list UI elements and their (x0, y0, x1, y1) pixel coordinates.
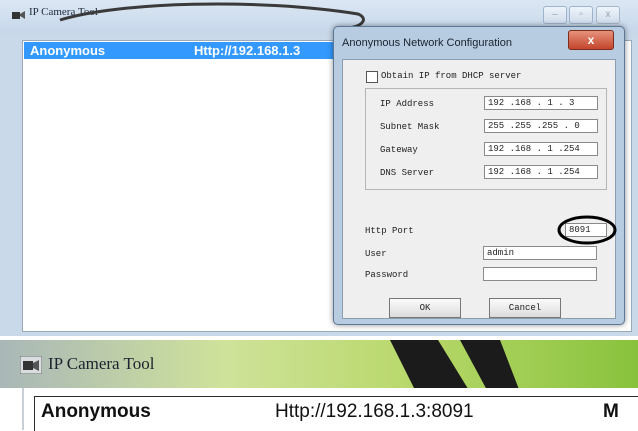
minimize-button[interactable]: – (543, 6, 567, 24)
password-label: Password (365, 270, 409, 280)
network-configuration-dialog: Anonymous Network Configuration x Obtain… (333, 26, 625, 325)
gateway-field[interactable]: 192 .168 . 1 .254 (484, 142, 598, 156)
subnet-mask-field[interactable]: 255 .255 .255 . 0 (484, 119, 598, 133)
subnet-mask-label: Subnet Mask (380, 122, 440, 132)
zoomed-extra-column: M (603, 401, 619, 422)
http-port-label: Http Port (365, 226, 414, 236)
ip-address-field[interactable]: 192 .168 . 1 . 3 (484, 96, 598, 110)
maximize-button[interactable]: ▫ (569, 6, 593, 24)
ip-settings-group: IP Address 192 .168 . 1 . 3 Subnet Mask … (365, 88, 607, 190)
dns-server-label: DNS Server (380, 168, 435, 178)
zoomed-window-title: IP Camera Tool (48, 354, 155, 373)
dialog-body: Obtain IP from DHCP server IP Address 19… (342, 59, 617, 319)
dialog-close-button[interactable]: x (568, 30, 614, 50)
cancel-button[interactable]: Cancel (489, 298, 561, 318)
list-item[interactable]: Anonymous Http://192.168.1.3 (24, 42, 344, 59)
camera-app-icon (12, 11, 25, 19)
password-field[interactable] (483, 267, 597, 281)
camera-url: Http://192.168.1.3 (194, 43, 301, 58)
scribble-annotation (59, 2, 365, 30)
dhcp-label: Obtain IP from DHCP server (381, 71, 522, 81)
camera-name: Anonymous (30, 43, 106, 58)
background-shape (390, 340, 520, 392)
close-button[interactable]: x (596, 6, 620, 24)
ip-address-label: IP Address (380, 99, 435, 109)
zoomed-ip-camera-tool-window: IP Camera Tool Anonymous Http://192.168.… (0, 336, 638, 431)
window-title: IP Camera Tool (29, 6, 98, 18)
zoomed-list-item[interactable]: Anonymous Http://192.168.1.3:8091 M (34, 396, 638, 431)
dns-server-field[interactable]: 192 .168 . 1 .254 (484, 165, 598, 179)
gateway-label: Gateway (380, 145, 418, 155)
zoomed-list-frame: Anonymous Http://192.168.1.3:8091 M (22, 388, 638, 431)
http-port-field[interactable]: 8091 (565, 223, 607, 237)
zoomed-camera-name: Anonymous (41, 401, 151, 422)
zoomed-window-titlebar[interactable]: IP Camera Tool (0, 340, 638, 392)
zoomed-camera-url: Http://192.168.1.3:8091 (275, 401, 474, 422)
ok-button[interactable]: OK (389, 298, 461, 318)
dialog-title: Anonymous Network Configuration (342, 37, 512, 49)
user-field[interactable]: admin (483, 246, 597, 260)
dhcp-checkbox[interactable] (366, 71, 378, 83)
camera-app-icon (20, 356, 42, 374)
user-label: User (365, 249, 387, 259)
